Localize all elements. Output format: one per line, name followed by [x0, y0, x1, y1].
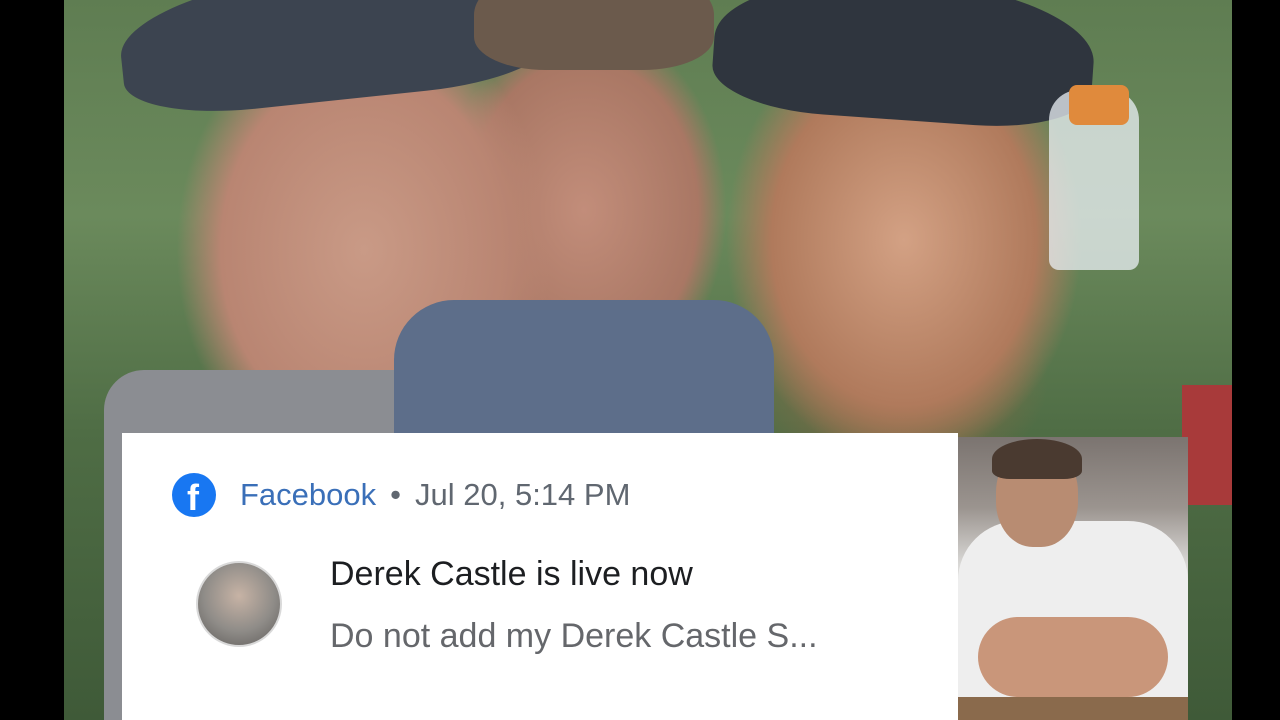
- facebook-icon: f: [172, 473, 216, 518]
- bottle-cap: [1069, 85, 1129, 125]
- live-video-thumbnail[interactable]: [958, 437, 1188, 720]
- notification-card[interactable]: f Facebook • Jul 20, 5:14 PM Derek Castl…: [122, 433, 958, 720]
- notification-message: Do not add my Derek Castle S...: [330, 617, 818, 655]
- app-name: Facebook: [240, 477, 377, 512]
- notification-timestamp: Jul 20, 5:14 PM: [415, 477, 631, 512]
- avatar: [196, 561, 282, 647]
- notification-title: Derek Castle is live now: [330, 555, 693, 593]
- red-fence: [1182, 385, 1232, 505]
- separator-dot: •: [390, 477, 401, 512]
- notification-header: f Facebook • Jul 20, 5:14 PM: [172, 473, 631, 518]
- baseball-cap-middle: [474, 0, 714, 70]
- thumbnail-hair: [992, 439, 1082, 479]
- baseball-cap-right: [709, 0, 1099, 134]
- thumbnail-table: [958, 697, 1188, 720]
- thumbnail-hands: [978, 617, 1168, 697]
